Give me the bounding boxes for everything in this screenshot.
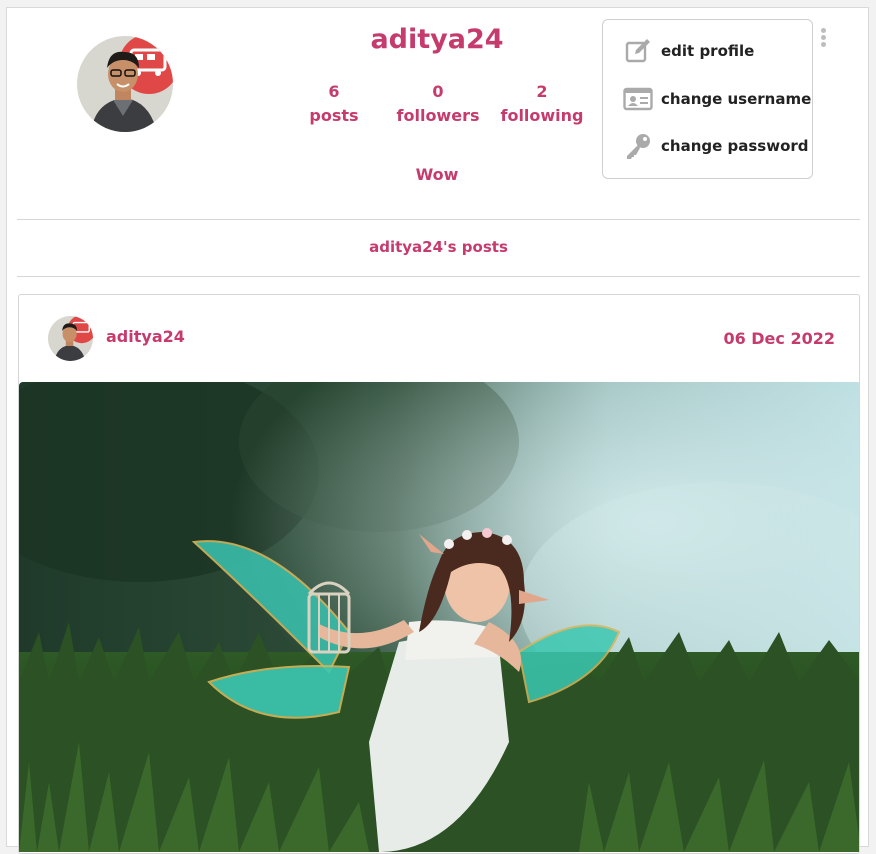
post-author-username[interactable]: aditya24 — [106, 327, 185, 346]
divider — [17, 276, 860, 277]
posts-section-heading: aditya24's posts — [369, 238, 508, 256]
stat-followers-label: followers — [396, 106, 480, 125]
menu-item-change-username[interactable]: change username — [623, 83, 811, 115]
menu-item-change-password[interactable]: change password — [623, 130, 809, 162]
edit-icon — [623, 36, 653, 66]
post-card: aditya24 06 Dec 2022 — [18, 294, 860, 854]
profile-avatar[interactable] — [77, 36, 173, 132]
stat-following-label: following — [500, 106, 584, 125]
divider — [17, 219, 860, 220]
profile-bio: Wow — [415, 165, 459, 184]
post-date: 06 Dec 2022 — [723, 329, 835, 348]
stat-followers-count: 0 — [432, 82, 444, 101]
menu-item-label: change username — [661, 90, 812, 108]
stat-posts-label: posts — [309, 106, 359, 125]
profile-username: aditya24 — [370, 24, 504, 55]
menu-item-label: edit profile — [661, 42, 755, 60]
stat-following[interactable]: 2 following — [487, 80, 597, 128]
post-author-avatar[interactable] — [48, 316, 93, 361]
profile-options-menu: edit profile change username change pass… — [602, 19, 813, 179]
stat-followers[interactable]: 0 followers — [383, 80, 493, 128]
stat-posts-count: 6 — [328, 82, 340, 101]
post-image[interactable] — [19, 382, 859, 852]
menu-item-label: change password — [661, 137, 809, 155]
stat-following-count: 2 — [536, 82, 548, 101]
stat-posts[interactable]: 6 posts — [279, 80, 389, 128]
key-icon — [623, 131, 653, 161]
id-card-icon — [623, 84, 653, 114]
more-options-icon[interactable] — [816, 26, 830, 54]
profile-page: aditya24 6 posts 0 followers 2 following… — [6, 7, 869, 854]
menu-item-edit-profile[interactable]: edit profile — [623, 35, 754, 67]
